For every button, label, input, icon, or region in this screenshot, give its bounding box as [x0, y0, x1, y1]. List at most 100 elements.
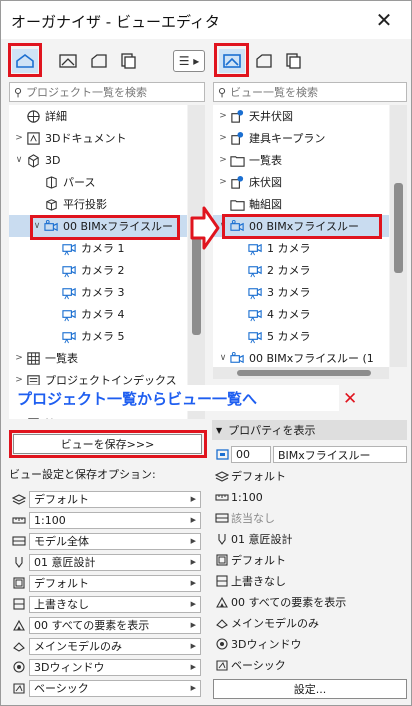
- property-value: 01 意匠設計: [231, 533, 293, 546]
- tree-item[interactable]: カメラ 2: [9, 259, 187, 281]
- tree-item[interactable]: 軸組図: [213, 193, 389, 215]
- chevron-down-icon[interactable]: ∨: [13, 155, 25, 165]
- view-editor-window: オーガナイザ - ビューエディタ ✕ ☰ ▸ ⚲ ⚲ 詳細 >3Dドキュメント ∨ 3…: [0, 0, 412, 706]
- tree-item-label: 平行投影: [63, 198, 107, 211]
- property-value: デフォルト: [231, 470, 286, 483]
- layer-icon: [213, 469, 231, 483]
- settings-button[interactable]: 設定...: [213, 679, 407, 699]
- camera-path-icon: [229, 218, 245, 234]
- chevron-down-icon[interactable]: ∨: [31, 221, 43, 231]
- tree-item[interactable]: > 一覧表: [9, 347, 187, 369]
- tree-item[interactable]: 詳細: [9, 105, 187, 127]
- view-id-field[interactable]: 00: [231, 446, 271, 463]
- project-search-input[interactable]: [26, 85, 196, 99]
- dropdown-value: モデル全体: [34, 535, 89, 548]
- view-option-dropdown[interactable]: ベーシック ▶: [29, 679, 201, 697]
- tree-item[interactable]: >3Dドキュメント: [9, 127, 187, 149]
- chevron-right-icon[interactable]: >: [217, 155, 229, 165]
- window-title: オーガナイザ - ビューエディタ: [11, 13, 220, 31]
- close-icon[interactable]: ✕: [372, 9, 396, 33]
- tree-item[interactable]: パース: [9, 171, 187, 193]
- publisher-tab-icon[interactable]: [280, 49, 306, 73]
- project-map-tab-icon[interactable]: [12, 49, 38, 73]
- tree-item[interactable]: カメラ 4: [9, 303, 187, 325]
- chevron-right-icon[interactable]: >: [217, 111, 229, 121]
- tree-item[interactable]: 5 カメラ: [213, 325, 389, 347]
- tree-item[interactable]: > 天井伏図: [213, 105, 389, 127]
- camera-icon: [61, 284, 77, 300]
- view-option-row: 00 すべての要素を表示 ▶: [9, 616, 205, 634]
- tree-item[interactable]: カメラ 5: [9, 325, 187, 347]
- tree-item[interactable]: 1 カメラ: [213, 237, 389, 259]
- view-option-dropdown[interactable]: モデル全体 ▶: [29, 532, 201, 550]
- view-option-dropdown[interactable]: 01 意匠設計 ▶: [29, 553, 201, 571]
- perspective-icon: [43, 174, 59, 190]
- tree-item[interactable]: 3 カメラ: [213, 281, 389, 303]
- camera-icon: [61, 240, 77, 256]
- chevron-right-icon[interactable]: >: [13, 375, 25, 385]
- floor-plan-icon: [229, 174, 245, 190]
- scrollbar-thumb[interactable]: [237, 370, 371, 376]
- tree-item-label: 情: [45, 416, 56, 419]
- view-option-dropdown[interactable]: 上書きなし ▶: [29, 595, 201, 613]
- folder-icon: [229, 196, 245, 212]
- tree-item-label: 3Dドキュメント: [45, 132, 127, 145]
- chevron-right-icon[interactable]: >: [217, 177, 229, 187]
- view-option-dropdown[interactable]: 00 すべての要素を表示 ▶: [29, 616, 201, 634]
- view-name-field[interactable]: BIMxフライスルー: [273, 446, 407, 463]
- view-tree-scrollbar[interactable]: [390, 105, 407, 367]
- view-search-input[interactable]: [230, 85, 400, 99]
- dropdown-value: 01 意匠設計: [34, 556, 96, 569]
- dropdown-value: メインモデルのみ: [34, 640, 122, 653]
- tree-item[interactable]: 平行投影: [9, 193, 187, 215]
- tree-item[interactable]: > 一覧表: [213, 149, 389, 171]
- dropdown-arrow-icon: ▶: [190, 642, 196, 650]
- publisher-tab-icon[interactable]: [115, 49, 141, 73]
- chevron-down-icon[interactable]: ∨: [217, 353, 229, 363]
- search-icon: ⚲: [217, 85, 227, 99]
- properties-header[interactable]: ▼ プロパティを表示: [212, 420, 407, 440]
- menu-button[interactable]: ☰ ▸: [173, 50, 205, 72]
- view-tree-hscrollbar[interactable]: [213, 367, 389, 379]
- view-option-dropdown[interactable]: デフォルト ▶: [29, 490, 201, 508]
- view-property-row: メインモデルのみ: [213, 614, 319, 632]
- transfer-arrow-icon: [190, 206, 220, 250]
- view-map-active-tab-icon[interactable]: [219, 49, 245, 73]
- view-search-field[interactable]: ⚲: [213, 82, 407, 102]
- view-option-dropdown[interactable]: 3Dウィンドウ ▶: [29, 658, 201, 676]
- tree-item-label: 4 カメラ: [267, 308, 311, 321]
- view-option-dropdown[interactable]: 1:100 ▶: [29, 511, 201, 529]
- project-tree-scrollbar[interactable]: [188, 105, 205, 419]
- tree-item[interactable]: >情: [9, 413, 187, 419]
- view-option-dropdown[interactable]: メインモデルのみ ▶: [29, 637, 201, 655]
- schedule-icon: [25, 350, 41, 366]
- tree-item[interactable]: 4 カメラ: [213, 303, 389, 325]
- tree-item[interactable]: カメラ 3: [9, 281, 187, 303]
- view-map-tab-icon[interactable]: [55, 49, 81, 73]
- chevron-right-icon[interactable]: >: [13, 133, 25, 143]
- layout-book-tab-icon[interactable]: [86, 49, 112, 73]
- layout-book-tab-icon[interactable]: [251, 49, 277, 73]
- tree-item[interactable]: 2 カメラ: [213, 259, 389, 281]
- tree-item[interactable]: ∨ 00 BIMxフライスルー (1: [213, 347, 389, 367]
- project-search-field[interactable]: ⚲: [9, 82, 205, 102]
- tree-item[interactable]: ∨ 00 BIMxフライスルー: [213, 215, 389, 237]
- dimension-icon: [9, 576, 29, 590]
- dropdown-value: 3Dウィンドウ: [34, 661, 105, 674]
- collapse-triangle-icon: ▼: [216, 425, 223, 435]
- tree-item[interactable]: ∨ 3D: [9, 149, 187, 171]
- tree-item[interactable]: > 建具キープラン: [213, 127, 389, 149]
- tree-item[interactable]: ∨ 00 BIMxフライスルー: [9, 215, 187, 237]
- chevron-right-icon[interactable]: >: [217, 133, 229, 143]
- save-view-button[interactable]: ビューを保存>>>: [13, 434, 202, 454]
- dropdown-value: 00 すべての要素を表示: [34, 619, 150, 632]
- camera-icon: [61, 262, 77, 278]
- tree-item[interactable]: > 床伏図: [213, 171, 389, 193]
- chevron-right-icon[interactable]: >: [13, 353, 25, 363]
- dropdown-arrow-icon: ▶: [190, 600, 196, 608]
- view-option-dropdown[interactable]: デフォルト ▶: [29, 574, 201, 592]
- view-map-tree: > 天井伏図 > 建具キープラン > 一覧表 > 床伏図 軸組図 ∨ 00 BIMxフライスルー 1 …: [213, 105, 389, 367]
- dropdown-arrow-icon: ▶: [190, 579, 196, 587]
- scrollbar-thumb[interactable]: [394, 183, 403, 273]
- tree-item[interactable]: カメラ 1: [9, 237, 187, 259]
